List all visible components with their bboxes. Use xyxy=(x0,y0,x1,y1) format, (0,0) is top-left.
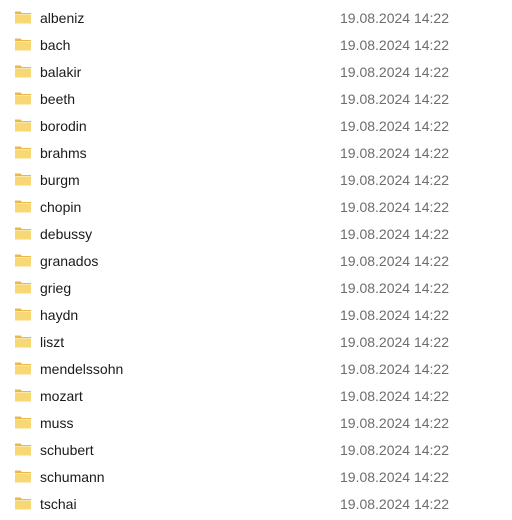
folder-name: mendelssohn xyxy=(40,361,124,377)
folder-name: granados xyxy=(40,253,99,269)
list-item[interactable]: mendelssohn 19.08.2024 14:22 xyxy=(0,356,512,383)
folder-name: liszt xyxy=(40,334,65,350)
folder-icon xyxy=(14,144,32,160)
folder-icon xyxy=(14,387,32,403)
folder-name: chopin xyxy=(40,199,82,215)
list-item[interactable]: albeniz 19.08.2024 14:22 xyxy=(0,5,512,32)
folder-icon xyxy=(14,9,32,25)
date-modified: 19.08.2024 14:22 xyxy=(340,361,449,377)
list-item[interactable]: bach 19.08.2024 14:22 xyxy=(0,32,512,59)
date-modified: 19.08.2024 14:22 xyxy=(340,388,449,404)
file-list: albeniz 19.08.2024 14:22 bach 19.08.2024… xyxy=(0,0,512,520)
folder-name: borodin xyxy=(40,118,87,134)
list-item[interactable]: beeth 19.08.2024 14:22 xyxy=(0,86,512,113)
folder-icon xyxy=(14,468,32,484)
list-item[interactable]: haydn 19.08.2024 14:22 xyxy=(0,302,512,329)
folder-icon xyxy=(14,279,32,295)
folder-icon xyxy=(14,306,32,322)
folder-icon xyxy=(14,414,32,430)
list-item[interactable]: burgm 19.08.2024 14:22 xyxy=(0,167,512,194)
list-item[interactable]: mozart 19.08.2024 14:22 xyxy=(0,383,512,410)
folder-name: tschai xyxy=(40,496,77,512)
date-modified: 19.08.2024 14:22 xyxy=(340,64,449,80)
list-item[interactable]: brahms 19.08.2024 14:22 xyxy=(0,140,512,167)
folder-icon xyxy=(14,90,32,106)
date-modified: 19.08.2024 14:22 xyxy=(340,172,449,188)
date-modified: 19.08.2024 14:22 xyxy=(340,37,449,53)
date-modified: 19.08.2024 14:22 xyxy=(340,253,449,269)
date-modified: 19.08.2024 14:22 xyxy=(340,415,449,431)
folder-icon xyxy=(14,441,32,457)
list-item[interactable]: debussy 19.08.2024 14:22 xyxy=(0,221,512,248)
date-modified: 19.08.2024 14:22 xyxy=(340,145,449,161)
list-item[interactable]: borodin 19.08.2024 14:22 xyxy=(0,113,512,140)
folder-icon xyxy=(14,495,32,511)
date-modified: 19.08.2024 14:22 xyxy=(340,226,449,242)
folder-name: balakir xyxy=(40,64,82,80)
folder-name: burgm xyxy=(40,172,80,188)
folder-icon xyxy=(14,360,32,376)
date-modified: 19.08.2024 14:22 xyxy=(340,307,449,323)
folder-name: albeniz xyxy=(40,10,85,26)
folder-name: beeth xyxy=(40,91,76,107)
date-modified: 19.08.2024 14:22 xyxy=(340,442,449,458)
list-item[interactable]: grieg 19.08.2024 14:22 xyxy=(0,275,512,302)
list-item[interactable]: schubert 19.08.2024 14:22 xyxy=(0,437,512,464)
folder-name: haydn xyxy=(40,307,79,323)
folder-icon xyxy=(14,171,32,187)
folder-name: grieg xyxy=(40,280,72,296)
date-modified: 19.08.2024 14:22 xyxy=(340,118,449,134)
date-modified: 19.08.2024 14:22 xyxy=(340,334,449,350)
folder-icon xyxy=(14,198,32,214)
folder-icon xyxy=(14,117,32,133)
folder-name: muss xyxy=(40,415,74,431)
folder-name: debussy xyxy=(40,226,93,242)
date-modified: 19.08.2024 14:22 xyxy=(340,10,449,26)
folder-icon xyxy=(14,225,32,241)
list-item[interactable]: schumann 19.08.2024 14:22 xyxy=(0,464,512,491)
list-item[interactable]: balakir 19.08.2024 14:22 xyxy=(0,59,512,86)
list-item[interactable]: granados 19.08.2024 14:22 xyxy=(0,248,512,275)
date-modified: 19.08.2024 14:22 xyxy=(340,496,449,512)
date-modified: 19.08.2024 14:22 xyxy=(340,469,449,485)
list-item[interactable]: tschai 19.08.2024 14:22 xyxy=(0,491,512,518)
folder-icon xyxy=(14,252,32,268)
folder-name: schubert xyxy=(40,442,94,458)
date-modified: 19.08.2024 14:22 xyxy=(340,91,449,107)
list-item[interactable]: muss 19.08.2024 14:22 xyxy=(0,410,512,437)
folder-name: mozart xyxy=(40,388,83,404)
folder-icon xyxy=(14,63,32,79)
list-item[interactable]: liszt 19.08.2024 14:22 xyxy=(0,329,512,356)
folder-name: brahms xyxy=(40,145,87,161)
date-modified: 19.08.2024 14:22 xyxy=(340,199,449,215)
folder-icon xyxy=(14,333,32,349)
folder-icon xyxy=(14,36,32,52)
date-modified: 19.08.2024 14:22 xyxy=(340,280,449,296)
list-item[interactable]: chopin 19.08.2024 14:22 xyxy=(0,194,512,221)
folder-name: schumann xyxy=(40,469,105,485)
folder-name: bach xyxy=(40,37,71,53)
